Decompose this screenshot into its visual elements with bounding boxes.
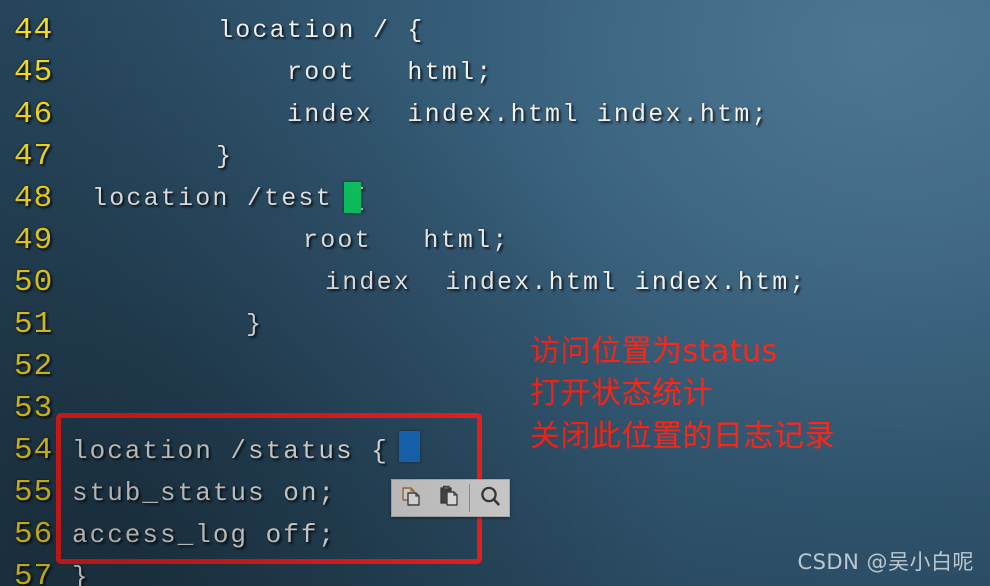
- line-number: 52: [14, 349, 54, 384]
- line-number: 51: [14, 307, 54, 342]
- line-number: 48: [14, 181, 54, 216]
- line-number: 46: [14, 97, 54, 132]
- line-number: 55: [14, 475, 54, 510]
- code-text: root html;: [303, 226, 510, 255]
- copy-button[interactable]: [392, 480, 430, 516]
- code-line-44[interactable]: 44 location / {: [0, 10, 990, 52]
- line-number: 50: [14, 265, 54, 300]
- annotation-line-2: 打开状态统计: [530, 376, 713, 411]
- code-line-49[interactable]: 49 root html;: [0, 220, 990, 262]
- code-line-48[interactable]: 48 location /test {: [0, 178, 990, 220]
- line-number: 54: [14, 433, 54, 468]
- paste-icon: [438, 484, 460, 513]
- code-text: }: [246, 310, 264, 339]
- code-line-51[interactable]: 51 }: [0, 304, 990, 346]
- code-text: index index.html index.htm;: [325, 268, 807, 297]
- screenshot-canvas: 44 location / { 45 root html; 46 index i…: [0, 0, 990, 586]
- watermark: CSDN @吴小白呢: [797, 550, 974, 574]
- annotation-line-1: 访问位置为status: [530, 334, 778, 369]
- annotation-line-3: 关闭此位置的日志记录: [530, 419, 835, 454]
- code-text: location /test {: [92, 184, 368, 213]
- paste-button[interactable]: [430, 480, 468, 516]
- code-text: }: [216, 142, 234, 171]
- copy-pages-icon: [400, 484, 422, 513]
- code-text: location / {: [218, 16, 425, 45]
- text-cursor-line48: [344, 182, 361, 213]
- line-number: 57: [14, 559, 54, 586]
- line-number: 56: [14, 517, 54, 552]
- code-text: index index.html index.htm;: [287, 100, 769, 129]
- code-text: root html;: [287, 58, 494, 87]
- line-number: 44: [14, 13, 54, 48]
- code-line-45[interactable]: 45 root html;: [0, 52, 990, 94]
- code-line-46[interactable]: 46 index index.html index.htm;: [0, 94, 990, 136]
- context-toolbar[interactable]: [391, 479, 510, 517]
- line-number: 53: [14, 391, 54, 426]
- search-button[interactable]: [471, 480, 509, 516]
- line-number: 47: [14, 139, 54, 174]
- search-icon: [478, 484, 502, 513]
- line-number: 45: [14, 55, 54, 90]
- code-line-52[interactable]: 52: [0, 346, 990, 388]
- toolbar-divider: [469, 484, 470, 512]
- code-line-50[interactable]: 50 index index.html index.htm;: [0, 262, 990, 304]
- code-line-47[interactable]: 47 }: [0, 136, 990, 178]
- line-number: 49: [14, 223, 54, 258]
